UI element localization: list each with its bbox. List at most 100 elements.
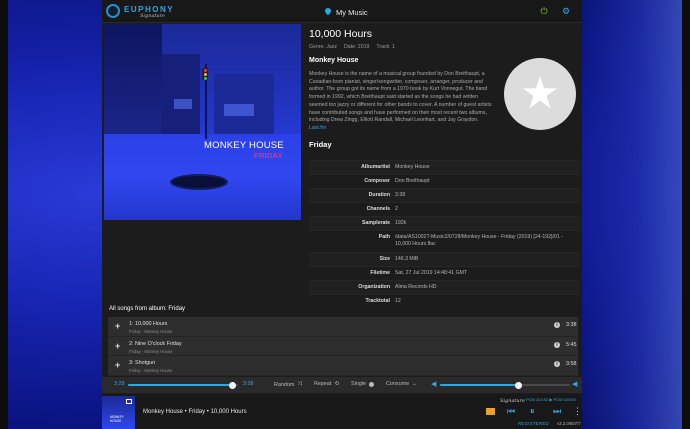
pause-icon[interactable]: ⏸: [530, 406, 535, 416]
cover-manhole: [170, 174, 228, 190]
volume-fill: [440, 384, 518, 386]
song-duration: 5:45: [566, 341, 577, 348]
info-icon[interactable]: i: [554, 341, 560, 348]
power-icon[interactable]: ⏻: [539, 6, 549, 16]
info-icon[interactable]: i: [554, 361, 560, 367]
cover-artist-text: MONKEY HOUSE: [204, 140, 284, 151]
add-icon[interactable]: +: [115, 361, 120, 370]
volume-high-icon[interactable]: ◀: [572, 380, 577, 388]
app-logo[interactable]: EUPHONY Signature: [106, 3, 173, 19]
background-shade: [572, 0, 682, 429]
song-list: +1: 10,000 Hours Friday - Monkey House i 3:…: [108, 317, 578, 376]
now-playing-bar: MONKEY HOUSE Monkey House • Friday • 10,…: [102, 394, 582, 429]
song-row[interactable]: +3: Shotgun Friday - Monkey House i 3:58: [108, 356, 578, 376]
metadata-value: 3:38: [395, 192, 406, 198]
single-toggle[interactable]: Single: [351, 381, 374, 387]
song-row[interactable]: +2: Nine O'clock Friday Friday - Monkey H…: [108, 336, 578, 356]
metadata-value: Alma Records HD: [395, 284, 437, 290]
metadata-key: Composer: [364, 178, 390, 184]
cover-building: [162, 54, 200, 134]
seek-fill: [128, 384, 233, 386]
song-duration: 3:58: [566, 361, 577, 367]
metadata-key: Duration: [368, 192, 390, 198]
consume-toggle[interactable]: Consume ⌄: [386, 381, 417, 387]
cover-album-text: FRIDAY: [254, 151, 283, 160]
track-title: 10,000 Hours: [309, 28, 373, 40]
metadata-value: 192k: [395, 220, 407, 226]
metadata-value: 12: [395, 298, 401, 304]
song-title: 1: 10,000 Hours: [129, 321, 168, 327]
window-edge-right: [682, 0, 690, 429]
metadata-value: 2: [395, 206, 398, 212]
location-pin-icon: [324, 8, 331, 17]
artist-name[interactable]: Monkey House: [309, 57, 358, 64]
metadata-value: Sat, 27 Jul 2019 14:48:41 GMT: [395, 270, 468, 276]
track-number: Track: 1: [376, 44, 395, 50]
view-title-label: My Music: [336, 7, 368, 17]
expand-icon[interactable]: [126, 399, 132, 404]
metadata-value: Don Breithaupt: [395, 178, 430, 184]
now-playing-cover-text: MONKEY HOUSE: [110, 415, 124, 423]
metadata-row: Duration 3:38: [309, 188, 580, 202]
previous-icon[interactable]: ⏮: [507, 406, 515, 416]
song-title: 3: Shotgun: [129, 360, 156, 366]
track-date: Date: 2019: [343, 44, 370, 50]
queue-icon[interactable]: [486, 408, 495, 415]
seek-slider[interactable]: [128, 381, 238, 389]
single-label: Single: [351, 381, 366, 387]
song-subtitle: Friday - Monkey House: [129, 348, 173, 354]
repeat-label: Repeat: [314, 381, 332, 387]
chevron-down-icon: ⌄: [412, 381, 417, 387]
metadata-row: Composer Don Breithaupt: [309, 174, 580, 188]
album-cover: MONKEY HOUSE FRIDAY: [104, 24, 301, 220]
metadata-key: Tracktotal: [365, 298, 390, 304]
seek-handle[interactable]: [229, 381, 236, 389]
volume-handle[interactable]: [514, 381, 522, 389]
info-icon[interactable]: i: [554, 322, 560, 328]
song-title: 2: Nine O'clock Friday: [129, 340, 182, 347]
single-dot-icon: [369, 381, 374, 387]
repeat-toggle[interactable]: Repeat ⟲: [314, 381, 339, 387]
window-edge-left: [0, 0, 8, 429]
song-subtitle: Friday - Monkey House: [129, 368, 173, 373]
metadata-row: Channels 2: [309, 202, 580, 216]
metadata-value: /data/AS1002T-Music2/0728/Monkey House -…: [395, 234, 563, 247]
metadata-row: Tracktotal 12: [309, 294, 580, 308]
album-name[interactable]: Friday: [309, 140, 332, 149]
random-toggle[interactable]: Random ⤨: [274, 381, 302, 388]
repeat-icon: ⟲: [334, 381, 339, 387]
metadata-row: Size 146.3 MiB: [309, 252, 580, 266]
volume-slider[interactable]: [440, 381, 570, 389]
volume-low-icon[interactable]: ◀: [431, 380, 436, 388]
add-icon[interactable]: +: [115, 322, 120, 331]
metadata-value: 146.3 MiB: [395, 256, 419, 262]
cover-window: [174, 99, 192, 109]
metadata-row: Albumartist Monkey House: [309, 160, 580, 174]
logo-icon: [106, 4, 120, 18]
now-playing-text[interactable]: Monkey House • Friday • 10,000 Hours: [143, 409, 247, 415]
add-icon[interactable]: +: [115, 341, 120, 351]
metadata-key: Filetime: [370, 270, 390, 276]
metadata-value: Monkey House: [395, 164, 430, 170]
gear-icon[interactable]: ⚙: [561, 6, 571, 16]
metadata-row: Path/data/AS1002T-Music2/0728/Monkey Hou…: [309, 230, 580, 252]
shuffle-icon: ⤨: [297, 381, 302, 387]
lastfm-link[interactable]: Last.fm: [309, 125, 326, 131]
metadata-key: Size: [379, 256, 390, 262]
now-playing-signature: Signature: [500, 398, 526, 404]
next-icon[interactable]: ⏭: [553, 406, 561, 416]
metadata-key: Path: [378, 234, 390, 240]
more-icon[interactable]: ⋮: [573, 406, 582, 416]
artist-avatar: ★: [504, 58, 576, 130]
random-label: Random: [274, 381, 295, 388]
metadata-table: Albumartist Monkey House Composer Don Breit…: [309, 160, 580, 308]
registered-badge: REGISTERED: [518, 421, 549, 426]
metadata-row: Samplerate 192k: [309, 216, 580, 230]
artist-bio-text: Monkey House is the name of a musical gr…: [309, 71, 492, 124]
song-row[interactable]: +1: 10,000 Hours Friday - Monkey House i 3:…: [108, 317, 578, 337]
logo-signature: Signature: [140, 13, 166, 19]
version-label: v3.2.0/607/7: [557, 421, 581, 426]
elapsed-time: 3:28: [114, 381, 125, 387]
audio-format: PCM 24/192 ▶ PCM 32/192: [526, 397, 576, 402]
view-title[interactable]: My Music: [324, 6, 368, 18]
